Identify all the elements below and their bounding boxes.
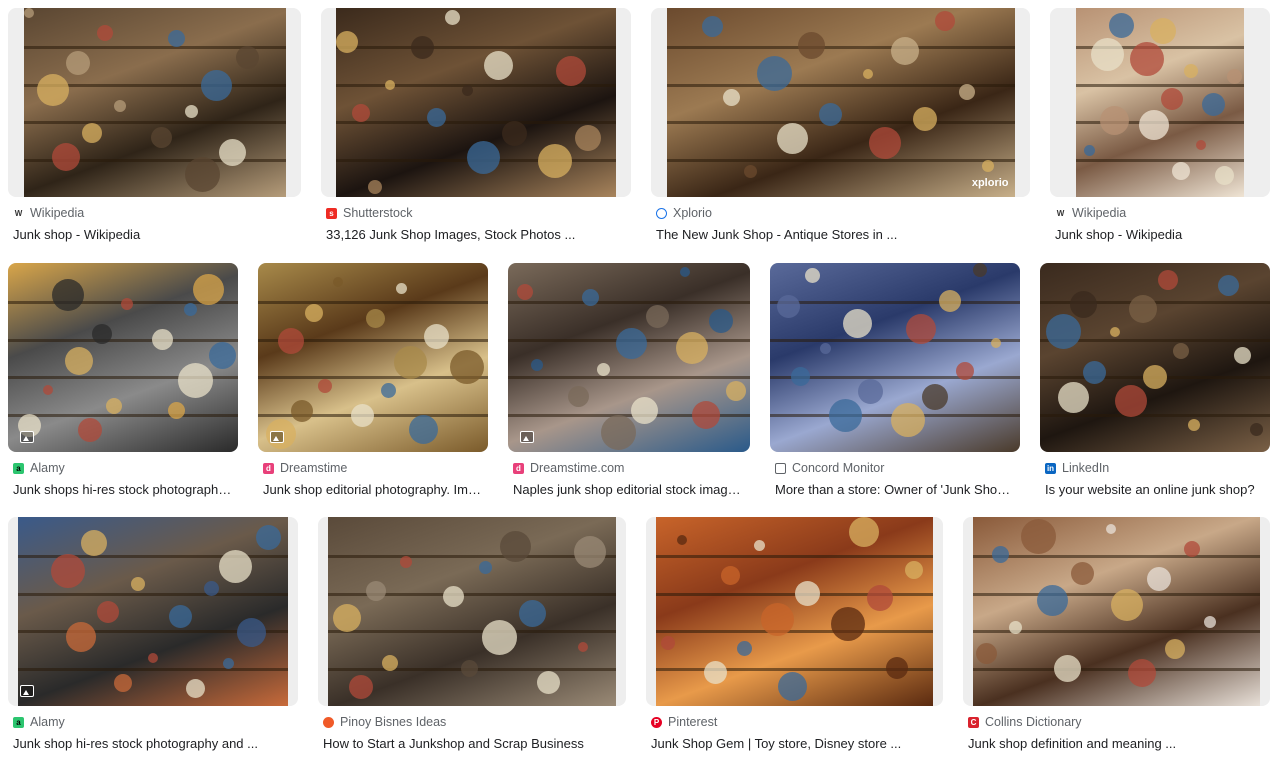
wikipedia-icon: W	[1055, 207, 1066, 219]
image-result-card[interactable]: in LinkedIn Is your website an online junk…	[1040, 263, 1270, 504]
dreamstime-icon: d	[513, 462, 524, 474]
page-icon	[775, 462, 786, 474]
result-source[interactable]: C Collins Dictionary	[968, 715, 1082, 729]
result-thumbnail[interactable]	[646, 517, 943, 706]
result-title-link[interactable]: Junk shop editorial photography. Image o…	[263, 482, 483, 497]
result-source[interactable]: s Shutterstock	[326, 206, 412, 220]
result-thumbnail[interactable]: xplorio	[651, 8, 1030, 197]
pinterest-icon: P	[651, 716, 662, 728]
result-source[interactable]: Concord Monitor	[775, 461, 884, 475]
result-image	[336, 8, 616, 197]
dreamstime-icon: d	[263, 462, 274, 474]
result-source[interactable]: Xplorio	[656, 206, 712, 220]
result-thumbnail[interactable]	[963, 517, 1270, 706]
result-title-link[interactable]: More than a store: Owner of 'Junk Shop .…	[775, 482, 1015, 497]
result-title-link[interactable]: Junk Shop Gem | Toy store, Disney store …	[651, 736, 938, 751]
image-result-card[interactable]: a Alamy Junk shop hi-res stock photography…	[8, 517, 298, 758]
alamy-icon: a	[13, 716, 24, 728]
result-thumbnail[interactable]	[1050, 8, 1270, 197]
result-image	[18, 517, 288, 706]
image-icon	[520, 431, 534, 443]
result-source-name: Pinoy Bisnes Ideas	[340, 715, 447, 729]
result-source[interactable]: d Dreamstime.com	[513, 461, 624, 475]
result-source-name: Shutterstock	[343, 206, 413, 220]
result-thumbnail[interactable]	[508, 263, 750, 452]
linkedin-icon: in	[1045, 462, 1056, 474]
result-source-name: Collins Dictionary	[985, 715, 1082, 729]
result-title-link[interactable]: Junk shop definition and meaning ...	[968, 736, 1265, 751]
globe-icon	[656, 207, 667, 219]
result-source-name: Pinterest	[668, 715, 718, 729]
result-title-link[interactable]: How to Start a Junkshop and Scrap Busine…	[323, 736, 621, 751]
image-result-card[interactable]: W Wikipedia Junk shop - Wikipedia	[8, 8, 301, 249]
result-title-link[interactable]: 33,126 Junk Shop Images, Stock Photos ..…	[326, 227, 626, 242]
result-source-name: Alamy	[30, 461, 65, 475]
result-source-name: Alamy	[30, 715, 65, 729]
alamy-icon: a	[13, 462, 24, 474]
result-source-name: Dreamstime	[280, 461, 348, 475]
result-source-name: Concord Monitor	[792, 461, 885, 475]
result-thumbnail[interactable]	[770, 263, 1020, 452]
result-source[interactable]: a Alamy	[13, 715, 65, 729]
result-source-name: Wikipedia	[1072, 206, 1127, 220]
result-image	[8, 263, 238, 452]
result-thumbnail[interactable]	[321, 8, 631, 197]
result-title-link[interactable]: Junk shops hi-res stock photography and …	[13, 482, 233, 497]
result-source[interactable]: W Wikipedia	[13, 206, 84, 220]
result-title-link[interactable]: Junk shop hi-res stock photography and .…	[13, 736, 293, 751]
result-title-link[interactable]: Junk shop - Wikipedia	[13, 227, 296, 242]
image-result-card[interactable]: a Alamy Junk shops hi-res stock photograph…	[8, 263, 238, 504]
wikipedia-icon: W	[13, 207, 24, 219]
shutterstock-icon: s	[326, 207, 337, 219]
result-title-link[interactable]: The New Junk Shop - Antique Stores in ..…	[656, 227, 1025, 242]
image-result-card[interactable]: P Pinterest Junk Shop Gem | Toy store, Dis…	[646, 517, 943, 758]
result-thumbnail[interactable]	[258, 263, 488, 452]
result-image	[1076, 8, 1244, 197]
result-source-name: Dreamstime.com	[530, 461, 625, 475]
result-image	[770, 263, 1020, 452]
result-image	[258, 263, 488, 452]
image-result-card[interactable]: d Dreamstime Junk shop editorial photograp…	[258, 263, 488, 504]
result-image	[656, 517, 933, 706]
result-thumbnail[interactable]	[8, 263, 238, 452]
collins-icon: C	[968, 716, 979, 728]
result-title-link[interactable]: Junk shop - Wikipedia	[1055, 227, 1265, 242]
result-source-name: Xplorio	[673, 206, 712, 220]
image-icon	[20, 685, 34, 697]
result-image	[1040, 263, 1270, 452]
image-result-card[interactable]: s Shutterstock 33,126 Junk Shop Images, St…	[321, 8, 631, 249]
result-image	[666, 8, 1015, 197]
result-image	[973, 517, 1260, 706]
result-thumbnail[interactable]	[1040, 263, 1270, 452]
result-thumbnail[interactable]	[318, 517, 626, 706]
result-source-name: LinkedIn	[1062, 461, 1110, 475]
image-result-card[interactable]: xplorio Xplorio The New Junk Shop - Antiqu…	[651, 8, 1030, 249]
image-result-card[interactable]: W Wikipedia Junk shop - Wikipedia	[1050, 8, 1270, 249]
result-source[interactable]: a Alamy	[13, 461, 65, 475]
image-result-card[interactable]: C Collins Dictionary Junk shop definition …	[963, 517, 1270, 758]
result-thumbnail[interactable]	[8, 517, 298, 706]
watermark-logo: xplorio	[971, 177, 1009, 189]
pinoy-icon	[323, 716, 334, 728]
result-source-name: Wikipedia	[30, 206, 85, 220]
result-source[interactable]: in LinkedIn	[1045, 461, 1109, 475]
result-source[interactable]: P Pinterest	[651, 715, 717, 729]
result-title-link[interactable]: Naples junk shop editorial stock image .…	[513, 482, 745, 497]
result-source[interactable]: d Dreamstime	[263, 461, 347, 475]
image-result-card[interactable]: d Dreamstime.com Naples junk shop editoria…	[508, 263, 750, 504]
image-icon	[20, 431, 34, 443]
image-icon	[270, 431, 284, 443]
result-title-link[interactable]: Is your website an online junk shop?	[1045, 482, 1265, 497]
image-result-card[interactable]: Concord Monitor More than a store: Owner …	[770, 263, 1020, 504]
result-source[interactable]: Pinoy Bisnes Ideas	[323, 715, 446, 729]
result-image	[23, 8, 286, 197]
result-thumbnail[interactable]	[8, 8, 301, 197]
image-result-card[interactable]: Pinoy Bisnes Ideas How to Start a Junksho…	[318, 517, 626, 758]
result-image	[328, 517, 616, 706]
result-image	[508, 263, 750, 452]
result-source[interactable]: W Wikipedia	[1055, 206, 1126, 220]
